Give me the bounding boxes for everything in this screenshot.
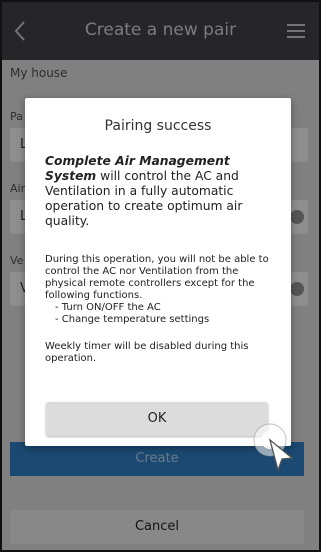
dialog-title: Pairing success bbox=[104, 118, 212, 134]
detail-item: - Change temperature settings bbox=[55, 314, 210, 325]
dialog-note: Weekly timer will be disabled during thi… bbox=[45, 341, 249, 364]
ok-button[interactable]: OK bbox=[46, 402, 268, 436]
tap-cursor-icon bbox=[253, 423, 294, 472]
dialog-detail-text: During this operation, you will not be a… bbox=[45, 254, 277, 326]
pairing-success-dialog: Pairing success Complete Air Management … bbox=[25, 98, 291, 446]
dialog-lead-text: Complete Air Management System will cont… bbox=[45, 154, 277, 229]
phone-screen: Create a new pair My house Pa L Air L Ve… bbox=[2, 2, 319, 550]
detail-intro: During this operation, you will not be a… bbox=[45, 254, 269, 301]
detail-item: - Turn ON/OFF the AC bbox=[55, 302, 161, 313]
